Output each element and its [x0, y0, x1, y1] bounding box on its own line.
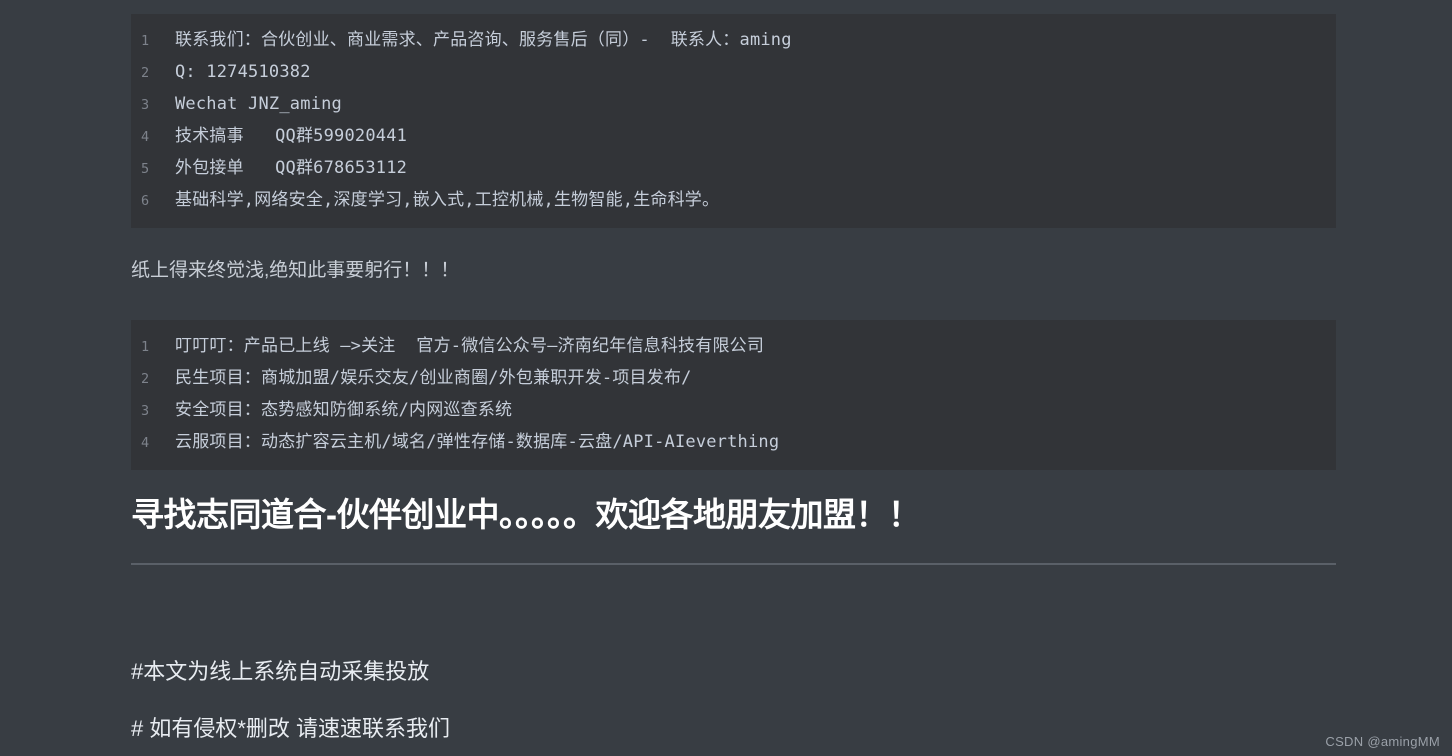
line-number: 3: [141, 97, 150, 113]
code-line-text: 叮叮叮：产品已上线 –>关注 官方-微信公众号—济南纪年信息科技有限公司: [175, 336, 765, 356]
code-line-text: 联系我们：合伙创业、商业需求、产品咨询、服务售后（同）- 联系人：aming: [175, 30, 792, 50]
code-line: 1 联系我们：合伙创业、商业需求、产品咨询、服务售后（同）- 联系人：aming: [131, 24, 1336, 56]
code-line: 4 技术搞事 QQ群599020441: [131, 120, 1336, 152]
code-line-text: 民生项目：商城加盟/娱乐交友/创业商圈/外包兼职开发-项目发布/: [175, 368, 692, 388]
code-line-text: 外包接单 QQ群678653112: [175, 158, 408, 178]
line-number: 4: [141, 435, 150, 451]
code-line-text: 云服项目：动态扩容云主机/域名/弹性存储-数据库-云盘/API-AIeverth…: [175, 432, 780, 452]
code-line-text: Wechat JNZ_aming: [175, 94, 342, 114]
line-number: 2: [141, 371, 150, 387]
line-number: 5: [141, 161, 150, 177]
recruit-heading: 寻找志同道合-伙伴创业中。。。。。欢迎各地朋友加盟！！: [131, 496, 921, 533]
line-number: 6: [141, 193, 150, 209]
code-block-projects[interactable]: 1 叮叮叮：产品已上线 –>关注 官方-微信公众号—济南纪年信息科技有限公司 2…: [131, 320, 1336, 470]
code-line-text: Q: 1274510382: [175, 62, 311, 82]
code-line: 1 叮叮叮：产品已上线 –>关注 官方-微信公众号—济南纪年信息科技有限公司: [131, 330, 1336, 362]
code-line: 5 外包接单 QQ群678653112: [131, 152, 1336, 184]
line-number: 1: [141, 339, 150, 355]
code-block-contact[interactable]: 1 联系我们：合伙创业、商业需求、产品咨询、服务售后（同）- 联系人：aming…: [131, 14, 1336, 228]
line-number: 4: [141, 129, 150, 145]
code-line: 2 Q: 1274510382: [131, 56, 1336, 88]
code-line-text: 安全项目：态势感知防御系统/内网巡查系统: [175, 400, 513, 420]
code-line-text: 技术搞事 QQ群599020441: [175, 126, 408, 146]
auto-collect-note: #本文为线上系统自动采集投放: [131, 659, 430, 684]
code-line: 2 民生项目：商城加盟/娱乐交友/创业商圈/外包兼职开发-项目发布/: [131, 362, 1336, 394]
code-line-text: 基础科学,网络安全,深度学习,嵌入式,工控机械,生物智能,生命科学。: [175, 190, 720, 210]
code-line: 6 基础科学,网络安全,深度学习,嵌入式,工控机械,生物智能,生命科学。: [131, 184, 1336, 216]
blog-article-page: 1 联系我们：合伙创业、商业需求、产品咨询、服务售后（同）- 联系人：aming…: [0, 0, 1452, 756]
code-line: 3 Wechat JNZ_aming: [131, 88, 1336, 120]
line-number: 3: [141, 403, 150, 419]
line-number: 1: [141, 33, 150, 49]
horizontal-divider: [131, 563, 1336, 565]
quote-paragraph: 纸上得来终觉浅,绝知此事要躬行！！！: [131, 260, 460, 281]
csdn-watermark: CSDN @amingMM: [1325, 734, 1440, 749]
code-line: 3 安全项目：态势感知防御系统/内网巡查系统: [131, 394, 1336, 426]
line-number: 2: [141, 65, 150, 81]
infringement-note: # 如有侵权*删改 请速速联系我们: [131, 716, 451, 741]
code-line: 4 云服项目：动态扩容云主机/域名/弹性存储-数据库-云盘/API-AIever…: [131, 426, 1336, 458]
